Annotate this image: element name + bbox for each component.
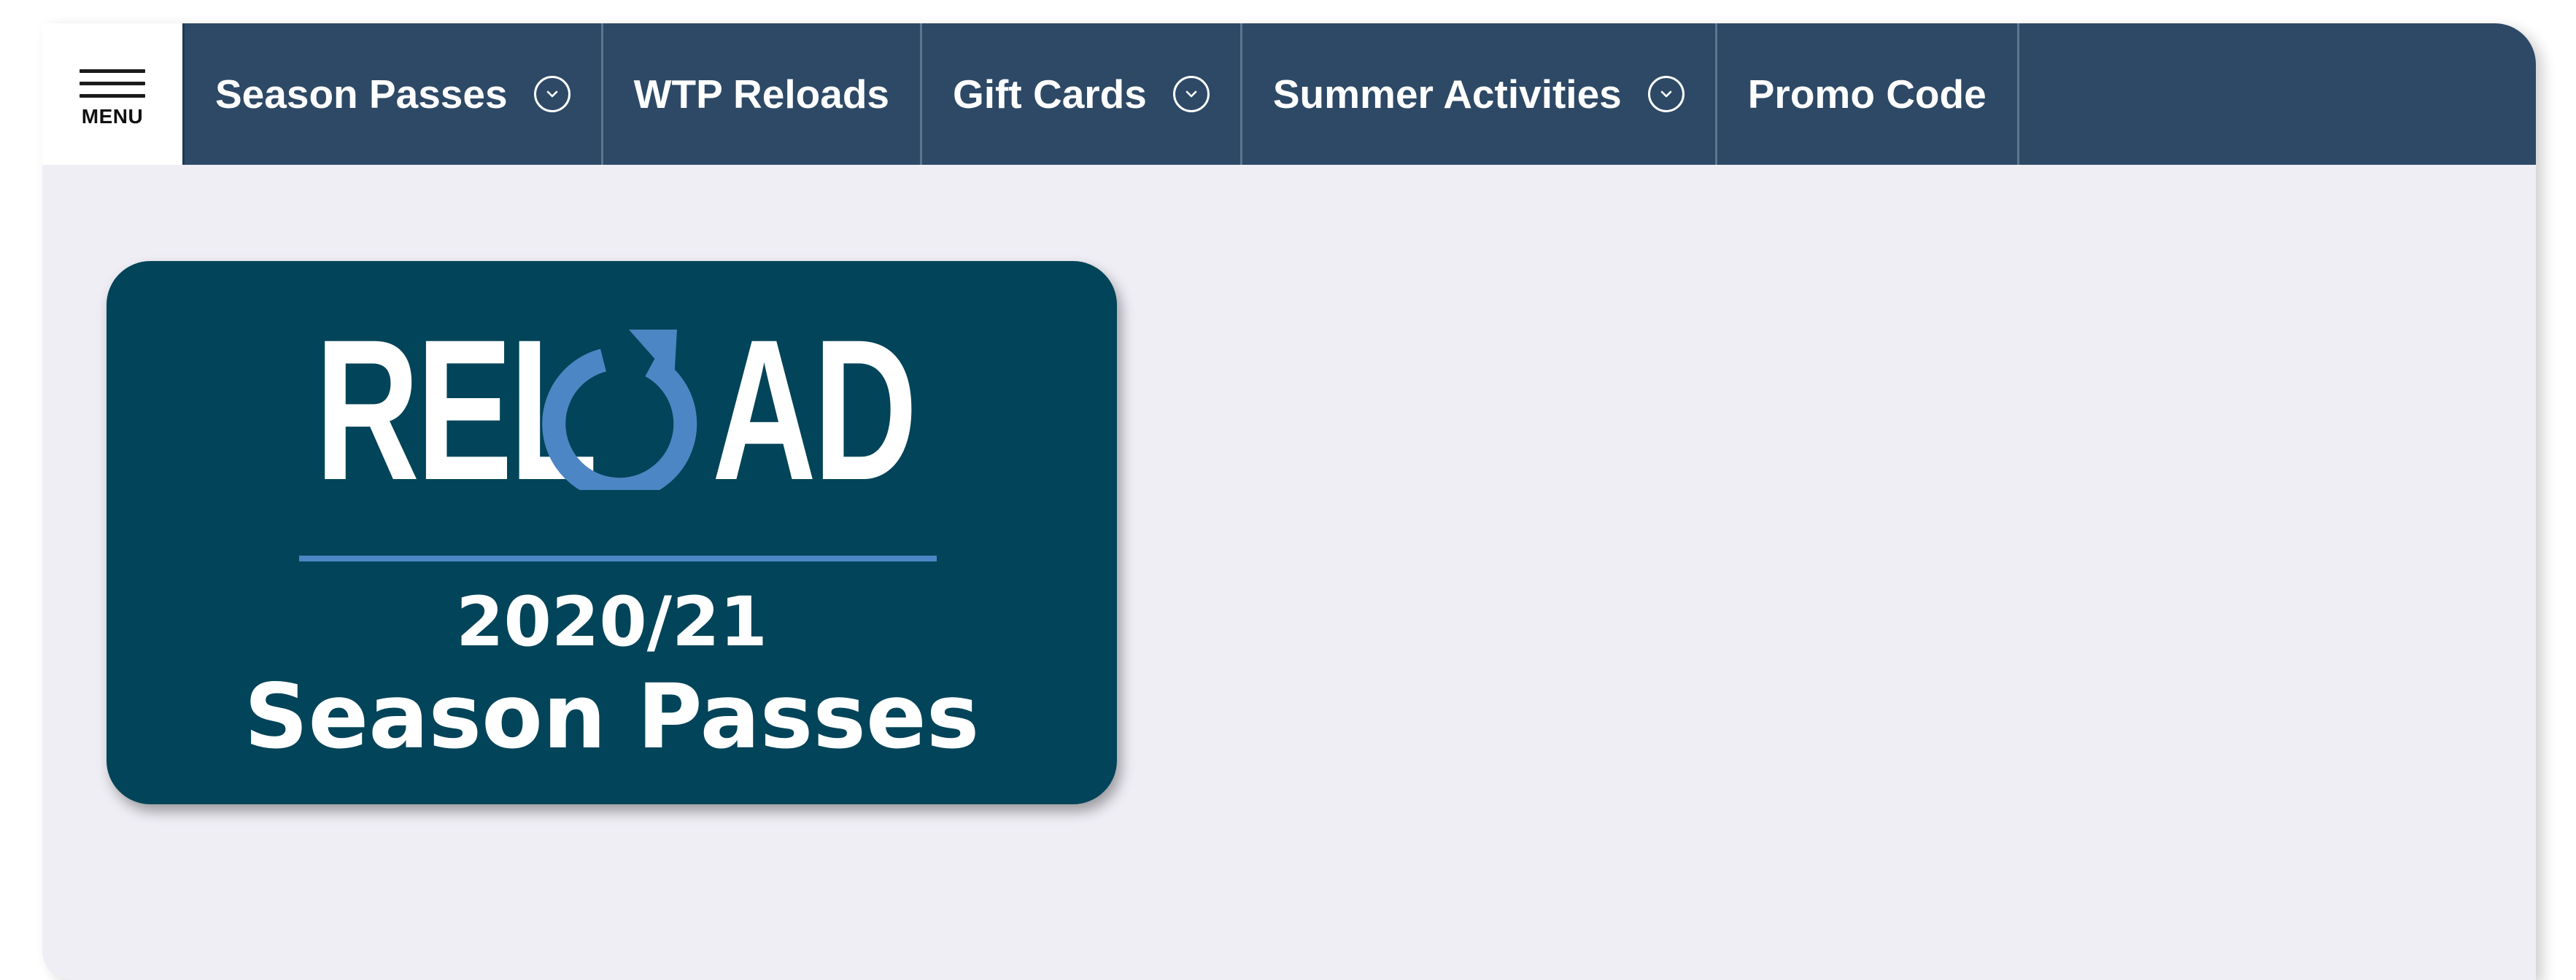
divider (299, 556, 937, 561)
nav-item-label: Gift Cards (953, 71, 1147, 117)
chevron-down-icon (1647, 76, 1685, 112)
reload-arrow-icon (542, 330, 697, 490)
nav-item-season-passes[interactable]: Season Passes (182, 23, 601, 165)
nav-item-label: Summer Activities (1272, 71, 1622, 117)
menu-button[interactable]: MENU (42, 23, 182, 165)
nav-item-label: Promo Code (1747, 71, 1987, 117)
nav-item-label: WTP Reloads (633, 71, 889, 117)
nav-item-label: Season Passes (215, 71, 508, 117)
nav-item-gift-cards[interactable]: Gift Cards (920, 23, 1240, 165)
chevron-down-icon (1172, 76, 1210, 112)
page-frame: MENU Season Passes WTP Reloads Gift Card… (42, 23, 2536, 980)
season-year: 2020/21 (456, 583, 767, 662)
season-passes-title: Season Passes (244, 665, 980, 769)
hamburger-icon (80, 69, 145, 106)
logo-text-right: AD (712, 298, 918, 522)
top-navigation-bar: MENU Season Passes WTP Reloads Gift Card… (42, 23, 2536, 165)
nav-item-wtp-reloads[interactable]: WTP Reloads (600, 23, 920, 165)
menu-label: MENU (81, 104, 144, 128)
reload-season-passes-banner[interactable]: REL AD 2020/21 Season Passes (107, 261, 1117, 804)
chevron-down-icon (533, 76, 570, 112)
nav-item-summer-activities[interactable]: Summer Activities (1239, 23, 1715, 165)
nav-item-promo-code[interactable]: Promo Code (1714, 23, 2019, 165)
